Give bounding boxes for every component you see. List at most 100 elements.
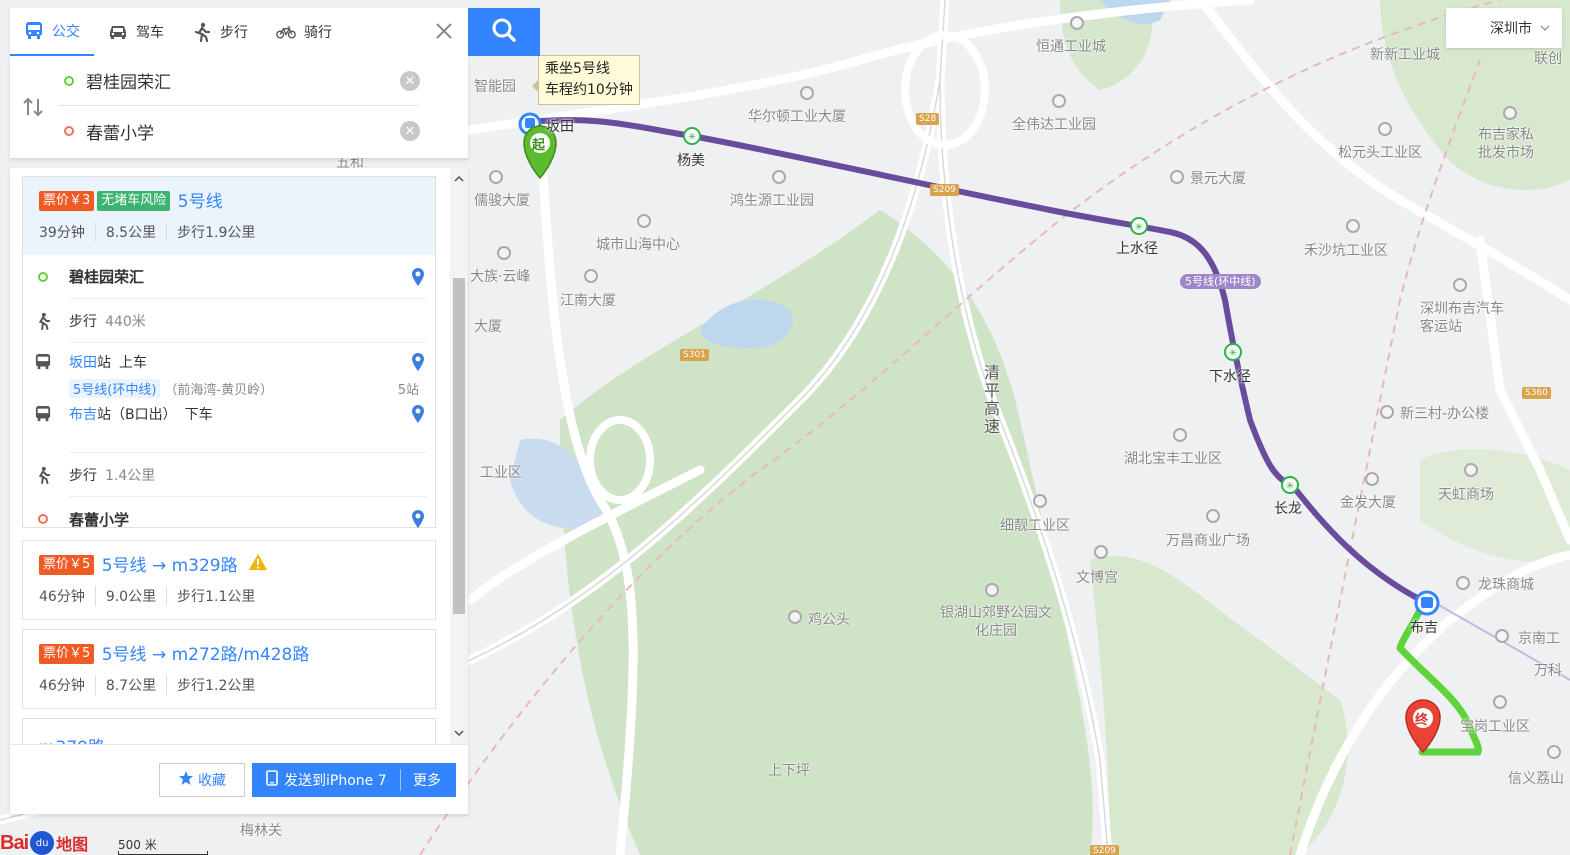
poi-marker-icon[interactable] [1346,219,1360,233]
station-label[interactable]: 坂田 [546,116,574,136]
poi-label[interactable]: 松元头工业区 [1338,142,1422,162]
poi-label[interactable]: 宝岗工业区 [1460,716,1530,736]
poi-marker-icon[interactable] [1094,545,1108,559]
poi-label[interactable]: 景元大厦 [1190,168,1246,188]
poi-label[interactable]: 城市山海中心 [596,234,680,254]
poi-label[interactable]: 恒通工业城 [1036,36,1106,56]
locate-pin-icon[interactable] [411,352,425,372]
scroll-up-icon[interactable] [450,170,468,188]
station-label[interactable]: 长龙 [1274,498,1302,518]
poi-label[interactable]: 新三村-办公楼 [1400,403,1489,423]
poi-marker-icon[interactable] [1052,94,1066,108]
poi-marker-icon[interactable] [772,170,786,184]
plan-header[interactable]: 票价￥3 无堵车风险 5号线 39分钟 8.5公里 步行1.9公里 [23,177,435,255]
favorite-button[interactable]: 收藏 [159,763,245,797]
poi-marker-icon[interactable] [1547,745,1561,759]
poi-marker-icon[interactable] [489,170,503,184]
poi-marker-icon[interactable] [1380,405,1394,419]
close-icon[interactable] [432,19,456,43]
poi-marker-icon[interactable] [1493,695,1507,709]
poi-label[interactable]: 禾沙坑工业区 [1304,240,1388,260]
line-chip[interactable]: 5号线(环中线) [69,378,161,398]
poi-label[interactable]: 智能园 [474,76,516,96]
tab-car[interactable]: 驾车 [94,8,178,56]
poi-marker-icon[interactable] [497,246,511,260]
poi-marker-icon[interactable] [1495,629,1509,643]
route-plan-card[interactable]: 票价￥3 无堵车风险 5号线 39分钟 8.5公里 步行1.9公里 碧桂园荣汇 步… [22,176,436,529]
poi-marker-icon[interactable] [584,269,598,283]
station-label[interactable]: 下水径 [1209,366,1251,386]
poi-marker-icon[interactable] [1464,463,1478,477]
tab-bus[interactable]: 公交 [10,8,94,56]
poi-marker-icon[interactable] [788,610,802,624]
plan-header[interactable]: 票价￥5 5号线 → m329路 46分钟 9.0公里 步行1.1公里 [23,541,435,606]
poi-label[interactable]: 大族·云峰 [470,266,530,286]
tab-bike[interactable]: 骑行 [262,8,346,56]
plan-header[interactable]: 票价￥5 5号线 → m272路/m428路 46分钟 8.7公里 步行1.2公… [23,630,435,695]
poi-label[interactable]: 工业区 [480,462,522,482]
send-main[interactable]: 发送到iPhone 7 [252,770,400,790]
poi-marker-icon[interactable] [1503,106,1517,120]
board-station-link[interactable]: 坂田 [69,352,97,372]
poi-label[interactable]: 细靓工业区 [1000,515,1070,535]
search-button[interactable] [468,8,540,56]
poi-marker-icon[interactable] [1453,278,1467,292]
poi-marker-icon[interactable] [1033,494,1047,508]
poi-label[interactable]: 湖北宝丰工业区 [1124,448,1222,468]
locate-pin-icon[interactable] [411,404,425,424]
poi-label[interactable]: 京南工 [1518,628,1560,648]
scrollbar-thumb[interactable] [453,278,465,614]
poi-label[interactable]: 联创 [1534,48,1562,68]
poi-label[interactable]: 信义荔山 [1508,768,1564,788]
tab-walk[interactable]: 步行 [178,8,262,56]
poi-marker-icon[interactable] [1378,122,1392,136]
poi-label[interactable]: 文博宫 [1076,567,1118,587]
city-switcher[interactable]: 深圳市 [1446,8,1562,48]
clear-end-icon[interactable]: ✕ [400,121,420,141]
poi-label[interactable]: 鸿生源工业园 [730,190,814,210]
locate-pin-icon[interactable] [411,267,425,287]
poi-label[interactable]: 儒骏大厦 [474,190,530,210]
start-input-value[interactable]: 碧桂园荣汇 [86,68,171,93]
station-label[interactable]: 布吉 [1410,617,1438,637]
swap-icon[interactable] [22,96,44,118]
poi-label[interactable]: 鸡公头 [808,609,850,629]
station-label[interactable]: 上水径 [1116,238,1158,258]
poi-label[interactable]: 万昌商业广场 [1166,530,1250,550]
poi-label[interactable]: 布吉家私批发市场 [1478,126,1546,162]
poi-label[interactable]: 银湖山郊野公园文化庄园 [938,604,1054,640]
poi-label[interactable]: 万科 [1534,660,1562,680]
poi-label[interactable]: 江南大厦 [560,290,616,310]
more-button[interactable]: 更多 [401,770,441,790]
poi-label[interactable]: 新新工业城 [1370,44,1440,64]
plan-line-name[interactable]: 5号线 [178,192,223,212]
plan-line-name[interactable]: 5号线 → m272路/m428路 [102,645,310,665]
alight-station-link[interactable]: 布吉 [69,404,97,424]
poi-marker-icon[interactable] [1070,16,1084,30]
poi-label[interactable]: 龙珠商城 [1478,574,1534,594]
poi-label[interactable]: 上下坪 [768,760,810,780]
poi-label[interactable]: 金发大厦 [1340,492,1396,512]
plan-line-name[interactable]: 5号线 → m329路 [102,556,238,576]
poi-marker-icon[interactable] [800,86,814,100]
station-label[interactable]: 杨美 [677,150,705,170]
route-plan-card[interactable]: 票价￥5 5号线 → m272路/m428路 46分钟 8.7公里 步行1.2公… [22,629,436,709]
poi-label[interactable]: 梅林关 [240,820,282,840]
poi-marker-icon[interactable] [1365,472,1379,486]
start-field[interactable]: 碧桂园荣汇 ✕ [58,56,420,106]
poi-label[interactable]: 大厦 [474,316,502,336]
locate-pin-icon[interactable] [411,509,425,529]
poi-label[interactable]: 天虹商场 [1438,484,1494,504]
poi-marker-icon[interactable] [1456,576,1470,590]
poi-marker-icon[interactable] [985,583,999,597]
clear-start-icon[interactable]: ✕ [400,71,420,91]
poi-label[interactable]: 清平高速 [978,364,1002,436]
poi-marker-icon[interactable] [1170,170,1184,184]
poi-marker-icon[interactable] [1206,509,1220,523]
poi-label[interactable]: 华尔顿工业大厦 [748,106,846,126]
poi-marker-icon[interactable] [1173,428,1187,442]
end-field[interactable]: 春蕾小学 ✕ [58,106,420,156]
poi-marker-icon[interactable] [637,214,651,228]
send-to-phone-button[interactable]: 发送到iPhone 7 更多 [252,763,456,797]
baidu-map-logo[interactable]: Bai du 地图 [0,826,88,855]
